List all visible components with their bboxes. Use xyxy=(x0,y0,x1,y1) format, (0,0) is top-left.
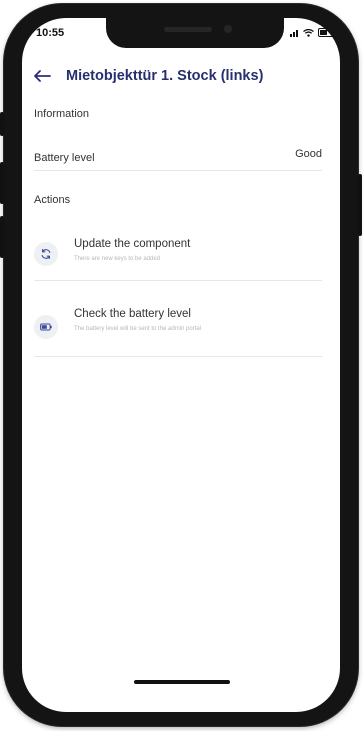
action-subtitle: The battery level will be sent to the ad… xyxy=(74,326,202,332)
side-button-silent xyxy=(0,112,4,136)
actions-section-label: Actions xyxy=(34,194,71,206)
battery-level-value: Good xyxy=(295,148,322,160)
action-check-battery[interactable]: Check the battery level The battery leve… xyxy=(34,306,322,357)
app-header: Mietobjekttür 1. Stock (links) xyxy=(30,68,263,84)
action-subtitle: There are new keys to be added xyxy=(74,256,161,262)
status-time: 10:55 xyxy=(36,27,65,39)
side-button-power xyxy=(358,174,362,236)
information-section-label: Information xyxy=(34,108,90,120)
side-button-volume-down xyxy=(0,216,4,258)
action-title: Check the battery level xyxy=(74,308,191,320)
action-update-component[interactable]: Update the component There are new keys … xyxy=(34,230,322,281)
wifi-icon xyxy=(303,28,314,37)
refresh-icon xyxy=(34,242,58,266)
status-icons xyxy=(290,28,334,37)
page-title: Mietobjekttür 1. Stock (links) xyxy=(66,68,264,84)
home-indicator[interactable] xyxy=(134,680,230,684)
arrow-left-icon[interactable] xyxy=(30,68,54,84)
phone-screen xyxy=(22,18,340,712)
side-button-volume-up xyxy=(0,162,4,204)
battery-level-row: Battery level Good xyxy=(34,148,322,171)
action-title: Update the component xyxy=(74,238,191,250)
speaker xyxy=(164,27,212,32)
front-camera xyxy=(224,25,232,33)
battery-icon xyxy=(34,315,58,339)
notch xyxy=(106,18,284,48)
battery-status-icon xyxy=(318,28,334,37)
battery-level-label: Battery level xyxy=(34,152,95,164)
signal-icon xyxy=(290,29,299,37)
